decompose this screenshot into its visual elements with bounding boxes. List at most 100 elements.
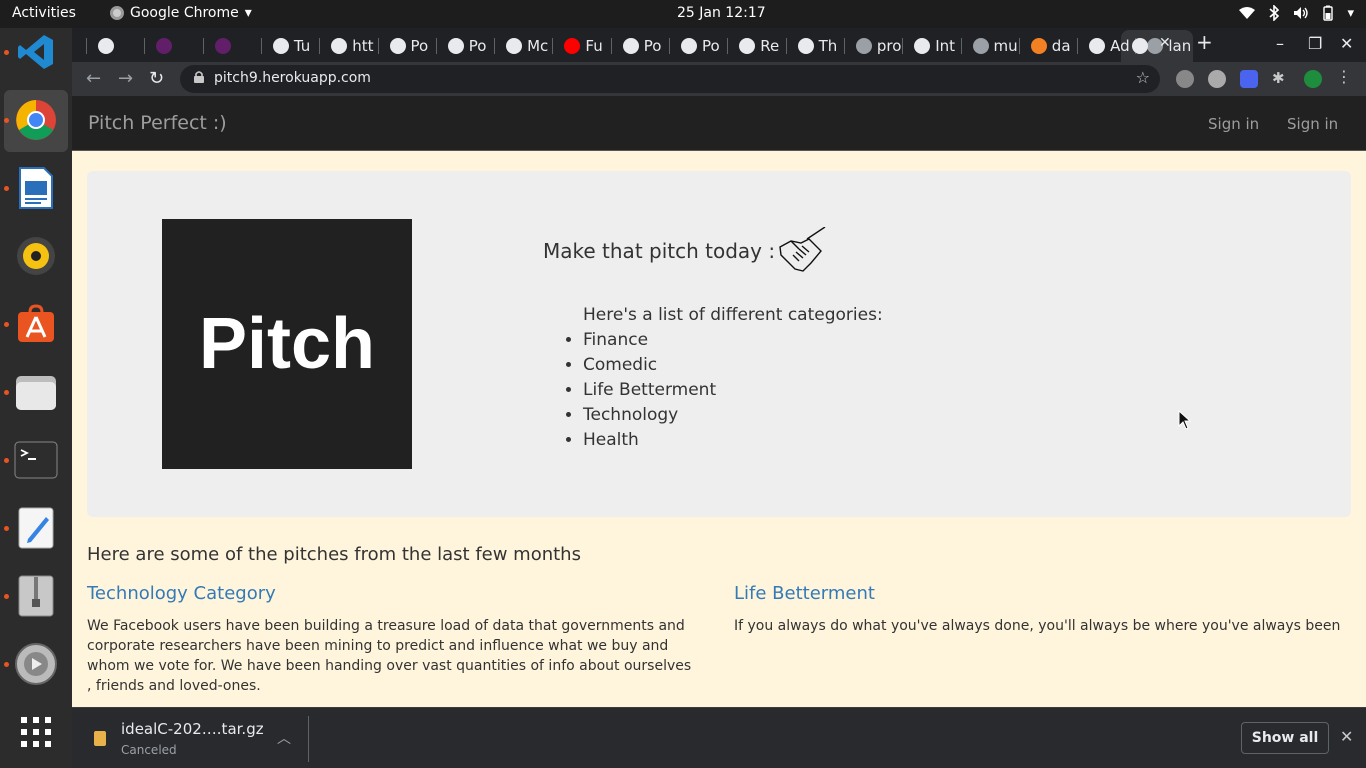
libreoffice-writer-icon[interactable] xyxy=(12,164,60,212)
globe-icon xyxy=(506,38,523,54)
site-brand-link[interactable]: Pitch Perfect :) xyxy=(88,112,227,134)
github-icon xyxy=(972,38,989,54)
running-indicator xyxy=(4,390,9,395)
forward-icon[interactable]: → xyxy=(118,68,133,89)
running-indicator xyxy=(4,458,9,463)
files-icon[interactable] xyxy=(12,368,60,416)
signin-link[interactable]: Sign in xyxy=(1287,115,1338,133)
tab[interactable]: mu xyxy=(965,32,1018,60)
mouse-cursor-icon xyxy=(1178,410,1192,430)
tab[interactable] xyxy=(148,32,177,60)
tab-favicon xyxy=(622,38,639,54)
maximize-icon[interactable]: ❐ xyxy=(1308,34,1322,53)
terminal-icon[interactable] xyxy=(12,436,60,484)
tab-separator xyxy=(727,38,729,54)
tab-title: Mc xyxy=(527,37,549,55)
tab[interactable]: Po xyxy=(615,32,662,60)
tab-favicon xyxy=(797,38,814,54)
ubuntu-software-icon[interactable] xyxy=(12,300,60,348)
lock-icon xyxy=(194,71,204,83)
show-all-button[interactable]: Show all xyxy=(1241,722,1329,754)
app-grid-icon[interactable] xyxy=(12,708,60,756)
system-tray[interactable]: ▾ xyxy=(1239,5,1354,21)
settings-icon[interactable] xyxy=(12,640,60,688)
pitch-body: We Facebook users have been building a t… xyxy=(87,618,692,694)
browser-toolbar: ← → ↻ pitch9.herokuapp.com ☆ ✱ ⋮ xyxy=(72,62,1366,96)
tab-title: Po xyxy=(643,37,662,55)
extension-icon[interactable] xyxy=(1208,70,1226,88)
tab[interactable]: htt xyxy=(323,32,373,60)
archive-manager-icon[interactable] xyxy=(12,572,60,620)
slack-icon xyxy=(156,38,173,54)
tab-strip: Tu htt Po Po Mc Fu Po Po Re Th pro Int mu da Ad lan ✕ +… xyxy=(72,28,1366,62)
extension-icon[interactable] xyxy=(1176,70,1194,88)
tagline: Make that pitch today : xyxy=(543,227,827,275)
extensions-puzzle-icon[interactable]: ✱ xyxy=(1272,69,1290,87)
tab-title: da xyxy=(1051,37,1071,55)
list-item: Comedic xyxy=(583,355,716,380)
tab-title: Re xyxy=(760,37,780,55)
vscode-icon[interactable] xyxy=(12,28,60,76)
battery-icon xyxy=(1323,5,1334,21)
tab[interactable]: pro xyxy=(848,32,901,60)
download-filename[interactable]: idealC-202….tar.gz xyxy=(121,720,264,738)
close-window-icon[interactable]: ✕ xyxy=(1340,34,1353,53)
tab-title: Po xyxy=(702,37,720,55)
chrome-icon[interactable] xyxy=(12,96,60,144)
download-status: Canceled xyxy=(121,743,177,757)
zoom-extension-icon[interactable] xyxy=(1240,70,1258,88)
tab[interactable]: da xyxy=(1023,32,1071,60)
tagline-text: Make that pitch today : xyxy=(543,239,776,263)
tab[interactable] xyxy=(90,32,119,60)
app-menu[interactable]: Google Chrome ▾ xyxy=(110,5,252,21)
tab-separator xyxy=(319,38,321,54)
chrome-window: Tu htt Po Po Mc Fu Po Po Re Th pro Int mu da Ad lan ✕ +… xyxy=(72,28,1366,768)
tab[interactable]: Re xyxy=(731,32,779,60)
tab-separator xyxy=(202,38,204,54)
tab[interactable]: Tu xyxy=(265,32,310,60)
list-item: Finance xyxy=(583,330,716,355)
tab[interactable]: Int xyxy=(906,32,955,60)
tab[interactable]: Po xyxy=(382,32,428,60)
activities-button[interactable]: Activities xyxy=(12,5,76,21)
tab-separator xyxy=(843,38,845,54)
reload-icon[interactable]: ↻ xyxy=(149,68,164,89)
pitch-title-link[interactable]: Life Betterment xyxy=(734,583,875,604)
chrome-menu-icon[interactable]: ⋮ xyxy=(1336,67,1354,86)
tab-separator xyxy=(86,38,87,54)
bookmark-star-icon[interactable]: ☆ xyxy=(1136,68,1150,87)
tab[interactable]: Mc xyxy=(498,32,548,60)
tab-separator xyxy=(260,38,262,54)
new-tab-button[interactable]: + xyxy=(1196,30,1213,54)
signin-link[interactable]: Sign in xyxy=(1208,115,1259,133)
stackoverflow-icon xyxy=(1030,38,1047,54)
download-shelf: idealC-202….tar.gz Canceled ︿ Show all ✕ xyxy=(72,707,1366,768)
running-indicator xyxy=(4,322,9,327)
text-editor-icon[interactable] xyxy=(12,504,60,552)
tab-title: Fu xyxy=(585,37,603,55)
chevron-up-icon[interactable]: ︿ xyxy=(277,728,291,748)
web-page: Pitch Perfect :) Sign in Sign in Pitch M… xyxy=(72,96,1366,707)
tab[interactable]: Po xyxy=(673,32,720,60)
rhythmbox-icon[interactable] xyxy=(12,232,60,280)
running-indicator xyxy=(4,186,9,191)
pitch-title-link[interactable]: Technology Category xyxy=(87,583,276,604)
minimize-icon[interactable]: – xyxy=(1276,34,1284,53)
tab[interactable]: Fu xyxy=(556,32,603,60)
profile-avatar[interactable] xyxy=(1304,70,1322,88)
close-icon[interactable]: ✕ xyxy=(1340,727,1353,746)
address-bar[interactable]: pitch9.herokuapp.com ☆ xyxy=(180,65,1160,93)
tab[interactable]: Th xyxy=(790,32,837,60)
tab-close-button[interactable]: ✕ xyxy=(1123,32,1193,60)
clock[interactable]: 25 Jan 12:17 xyxy=(677,5,766,21)
tab[interactable]: Po xyxy=(440,32,487,60)
back-icon[interactable]: ← xyxy=(86,68,101,89)
tab[interactable] xyxy=(207,32,236,60)
categories-list: Finance Comedic Life Betterment Technolo… xyxy=(583,330,716,455)
close-icon[interactable]: ✕ xyxy=(1159,35,1171,51)
tab-separator xyxy=(610,38,612,54)
tab-separator xyxy=(377,38,379,54)
chrome-icon xyxy=(110,6,124,20)
url-text[interactable]: pitch9.herokuapp.com xyxy=(214,70,371,86)
tab-favicon xyxy=(914,38,931,54)
